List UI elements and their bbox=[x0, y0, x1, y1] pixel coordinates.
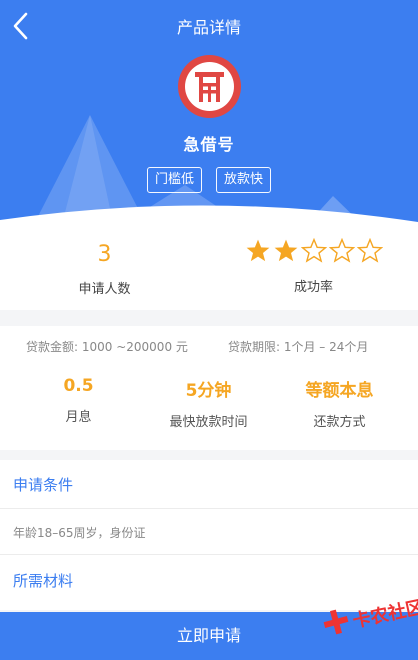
product-tags: 门槛低 放款快 bbox=[0, 167, 418, 193]
applicants-stat: 3 申请人数 bbox=[0, 232, 209, 297]
monthly-interest-label: 月息 bbox=[65, 410, 92, 425]
monthly-interest-value: 0.5 bbox=[63, 376, 94, 396]
materials-title: 所需材料 bbox=[13, 572, 74, 590]
navigation-bar: 产品详情 bbox=[0, 0, 418, 52]
conditions-title: 申请条件 bbox=[13, 476, 74, 494]
divider bbox=[0, 554, 418, 555]
page-title: 产品详情 bbox=[176, 18, 241, 37]
repayment-method-label: 还款方式 bbox=[313, 415, 366, 430]
product-logo bbox=[178, 55, 241, 118]
loan-details: 贷款金额: 1000 ~200000 元 贷款期限: 1个月 – 24个月 0.… bbox=[0, 326, 418, 450]
tag-fast-loan: 放款快 bbox=[216, 167, 272, 193]
star-filled-icon bbox=[246, 239, 269, 262]
star-empty-icon bbox=[328, 238, 355, 263]
star-empty-icon bbox=[356, 238, 383, 263]
repayment-method: 等额本息 还款方式 bbox=[270, 376, 409, 430]
success-rate-stat: 成功率 bbox=[209, 232, 418, 295]
star-filled-icon bbox=[274, 239, 297, 262]
success-rating-stars bbox=[209, 238, 418, 268]
applicants-label: 申请人数 bbox=[78, 282, 131, 297]
monthly-interest: 0.5 月息 bbox=[9, 376, 148, 425]
divider bbox=[0, 508, 418, 509]
success-rate-label: 成功率 bbox=[293, 280, 333, 295]
conditions-text: 年龄18–65周岁，身份证 bbox=[13, 526, 146, 540]
star-empty-icon bbox=[300, 238, 327, 263]
fastest-loan-time-label: 最快放款时间 bbox=[169, 415, 248, 430]
fastest-loan-time-value: 5分钟 bbox=[185, 381, 232, 401]
watermark-icon bbox=[323, 609, 349, 635]
loan-amount: 贷款金额: 1000 ~200000 元 bbox=[26, 340, 188, 354]
fastest-loan-time: 5分钟 最快放款时间 bbox=[139, 376, 278, 430]
watermark-text: 卡农社区 bbox=[350, 596, 418, 633]
loan-term: 贷款期限: 1个月 – 24个月 bbox=[228, 340, 369, 354]
applicants-count: 3 bbox=[97, 242, 112, 267]
stats-panel: 3 申请人数 成功率 bbox=[0, 232, 418, 310]
requirements-section: 申请条件 年龄18–65周岁，身份证 所需材料 bbox=[0, 460, 418, 610]
watermark-logo: 卡农社区 bbox=[316, 590, 418, 644]
repayment-method-value: 等额本息 bbox=[305, 381, 374, 401]
tag-low-threshold: 门槛低 bbox=[146, 167, 202, 193]
product-name: 急借号 bbox=[183, 135, 235, 154]
product-logo-icon bbox=[195, 72, 224, 102]
product-hero: 产品详情 急借号 门槛低 放款快 bbox=[0, 0, 418, 232]
